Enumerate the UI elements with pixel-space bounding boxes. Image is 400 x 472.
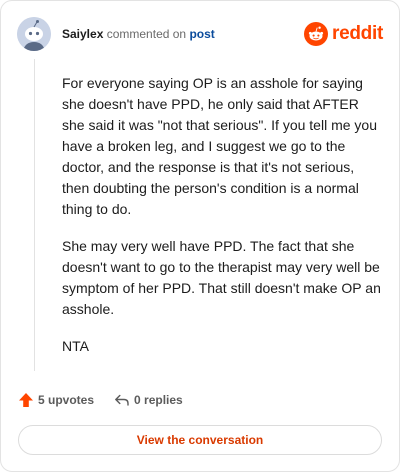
comment-paragraph: NTA [62,338,89,354]
upvote-count: 5 upvotes [38,393,95,407]
post-link[interactable]: post [189,27,214,41]
comment-paragraph: She may very well have PPD. The fact tha… [62,238,381,317]
username[interactable]: Saiylex [62,27,103,41]
reply-button[interactable]: 0 replies [114,392,183,408]
reddit-brand[interactable]: reddit [304,21,383,47]
upvote-arrow-icon [19,393,33,407]
comment-body: For everyone saying OP is an asshole for… [62,73,382,373]
comment-meta: Saiylex commented on post [62,26,215,42]
commented-on-text: commented on [106,27,187,41]
thread-line [34,59,35,371]
comment-actions: 5 upvotes 0 replies [18,389,183,411]
upvote-button[interactable]: 5 upvotes [18,392,94,408]
snoo-avatar-icon [17,17,51,51]
view-conversation-button[interactable]: View the conversation [18,425,382,455]
comment-embed-card: Saiylex commented on post reddit For eve… [0,0,400,472]
reply-count: 0 replies [134,393,183,407]
reply-arrow-icon [115,394,129,406]
user-avatar[interactable] [17,17,51,51]
comment-paragraph: For everyone saying OP is an asshole for… [62,75,377,217]
comment-header: Saiylex commented on post reddit [17,17,383,51]
reddit-logo-icon [304,22,329,46]
reddit-wordmark: reddit [332,23,383,44]
